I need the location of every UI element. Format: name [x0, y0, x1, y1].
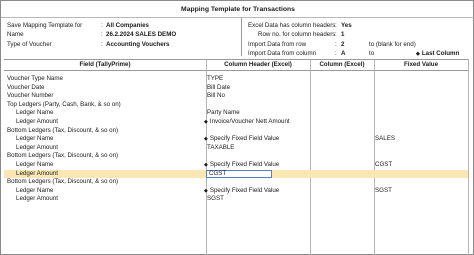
column-header-value[interactable]: Bill No	[207, 92, 225, 101]
col-field-header: Field (TallyPrime)	[79, 61, 131, 68]
fixed-value[interactable]: CGST	[375, 161, 392, 170]
table-row[interactable]: Voucher Type Name TYPE	[4, 75, 468, 84]
info-right-values: Yes 1 2 A	[341, 21, 352, 58]
column-header-input-value: CGST	[209, 169, 227, 177]
group-name: Bottom Ledgers (Tax, Discount, & so on)	[7, 178, 119, 186]
group-name: Bottom Ledgers (Tax, Discount, & so on)	[7, 152, 119, 160]
info-divider	[241, 18, 242, 56]
import-col-to: to	[369, 49, 375, 57]
diamond-icon: ◆	[204, 119, 208, 125]
table-row[interactable]: Ledger Amount SGST	[4, 195, 468, 204]
column-header-value[interactable]: Party Name	[207, 109, 240, 118]
table-row[interactable]: Ledger Name Party Name	[4, 109, 468, 118]
column-header-input[interactable]: CGST	[206, 169, 272, 178]
field-name: Ledger Name	[16, 186, 54, 194]
field-name: Voucher Number	[7, 92, 54, 100]
column-header-text: Specify Fixed Field Value	[209, 135, 280, 143]
excel-has-headers-value[interactable]: Yes	[341, 21, 352, 30]
field-name: Ledger Amount	[16, 143, 58, 151]
group-name: Bottom Ledgers (Tax, Discount, & so on)	[7, 126, 119, 134]
excel-has-headers-label: Excel Data has column headers	[248, 22, 336, 29]
diamond-icon: ◆	[204, 136, 208, 143]
info-right-colons: ::::	[335, 22, 337, 57]
column-header-value[interactable]: Bill Date	[207, 84, 230, 93]
import-col-end-value: Last Column	[421, 49, 460, 57]
field-name: Ledger Name	[16, 135, 54, 143]
column-header-value[interactable]: SGST	[207, 195, 224, 204]
field-name: Ledger Amount	[16, 118, 58, 125]
table-row: Top Ledgers (Party, Cash, Bank, & so on)	[4, 101, 468, 110]
column-header-value[interactable]: ◆ Specify Fixed Field Value	[204, 135, 279, 144]
info-left-values: All Companies 26.2.2024 SALES DEMO Accou…	[106, 21, 176, 49]
table-row[interactable]: Ledger Amount TAXABLE	[4, 144, 468, 153]
table-row-active[interactable]: Ledger Amount CGST	[4, 169, 468, 179]
field-name: Ledger Name	[16, 109, 54, 117]
column-header-value[interactable]: TAXABLE	[207, 144, 234, 153]
import-col-end[interactable]: ◆ Last Column	[416, 49, 459, 59]
diamond-icon: ◆	[416, 50, 420, 57]
field-name: Ledger Amount	[16, 195, 58, 203]
import-row-to: to (blank for end)	[369, 40, 416, 48]
column-header-value[interactable]: ◆ Specify Fixed Field Value	[204, 161, 279, 170]
field-name: Ledger Name	[16, 161, 54, 168]
info-left-labels: Save Mapping Template for Name Type of V…	[7, 21, 82, 49]
group-name: Top Ledgers (Party, Cash, Bank, & so on)	[7, 100, 121, 108]
voucher-type-label: Type of Voucher	[7, 40, 52, 48]
table-row[interactable]: Voucher Date Bill Date	[4, 84, 468, 93]
diamond-icon: ◆	[204, 162, 208, 168]
table-row[interactable]: Voucher Number Bill No	[4, 92, 468, 101]
mapping-template-window: Mapping Template for Transactions Save M…	[0, 0, 474, 255]
table-row[interactable]: Ledger Name ◆ Specify Fixed Field Value C…	[4, 161, 468, 170]
column-header-value[interactable]: ◆ Invoice/Voucher Nett Amount	[204, 118, 290, 127]
field-name: Voucher Type Name	[7, 75, 63, 82]
column-header-text: Specify Fixed Field Value	[209, 161, 280, 168]
col-fixed-value-header: Fixed Value	[403, 61, 439, 68]
table-row: Bottom Ledgers (Tax, Discount, & so on)	[4, 127, 468, 136]
info-left-colons: :::	[101, 22, 103, 48]
row-no-value[interactable]: 1	[341, 30, 352, 39]
save-for-value[interactable]: All Companies	[106, 21, 176, 30]
save-for-label: Save Mapping Template for	[7, 22, 83, 29]
field-name: Voucher Date	[7, 83, 45, 91]
column-header-text: Specify Fixed Field Value	[209, 186, 280, 194]
name-value[interactable]: 26.2.2024 SALES DEMO	[106, 30, 176, 39]
column-header-text: Invoice/Voucher Nett Amount	[209, 118, 290, 125]
col-header-excel-header: Column Header (Excel)	[224, 61, 292, 68]
import-col-value[interactable]: A	[341, 49, 352, 58]
table-row[interactable]: Ledger Amount ◆ Invoice/Voucher Nett Amou…	[4, 118, 468, 127]
row-no-label: Row no. for column headers	[258, 31, 336, 39]
fixed-value[interactable]: SGST	[375, 187, 392, 196]
table-header: Field (TallyPrime) Column Header (Excel)…	[4, 59, 468, 71]
info-right-labels: Excel Data has column headers Row no. fo…	[248, 21, 335, 58]
diamond-icon: ◆	[204, 187, 208, 194]
field-name: Ledger Amount	[16, 169, 58, 177]
import-row-label: Import Data from row	[248, 40, 307, 48]
import-col-label: Import Data from column	[248, 49, 317, 57]
fixed-value[interactable]: SALES	[375, 135, 395, 144]
import-row-value[interactable]: 2	[341, 40, 352, 49]
column-header-value[interactable]: ◆ Specify Fixed Field Value	[204, 187, 279, 196]
table-row[interactable]: Ledger Name ◆ Specify Fixed Field Value S…	[4, 135, 468, 144]
name-label: Name	[7, 31, 24, 39]
table-row: Bottom Ledgers (Tax, Discount, & so on)	[4, 178, 468, 187]
column-header-value[interactable]: TYPE	[207, 75, 223, 84]
voucher-type-value[interactable]: Accounting Vouchers	[106, 40, 176, 49]
table-row: Bottom Ledgers (Tax, Discount, & so on)	[4, 152, 468, 161]
table-row[interactable]: Ledger Name ◆ Specify Fixed Field Value S…	[4, 187, 468, 196]
window-title: Mapping Template for Transactions	[1, 2, 474, 18]
col-excel-header: Column (Excel)	[319, 61, 365, 68]
col-divider	[468, 59, 469, 255]
